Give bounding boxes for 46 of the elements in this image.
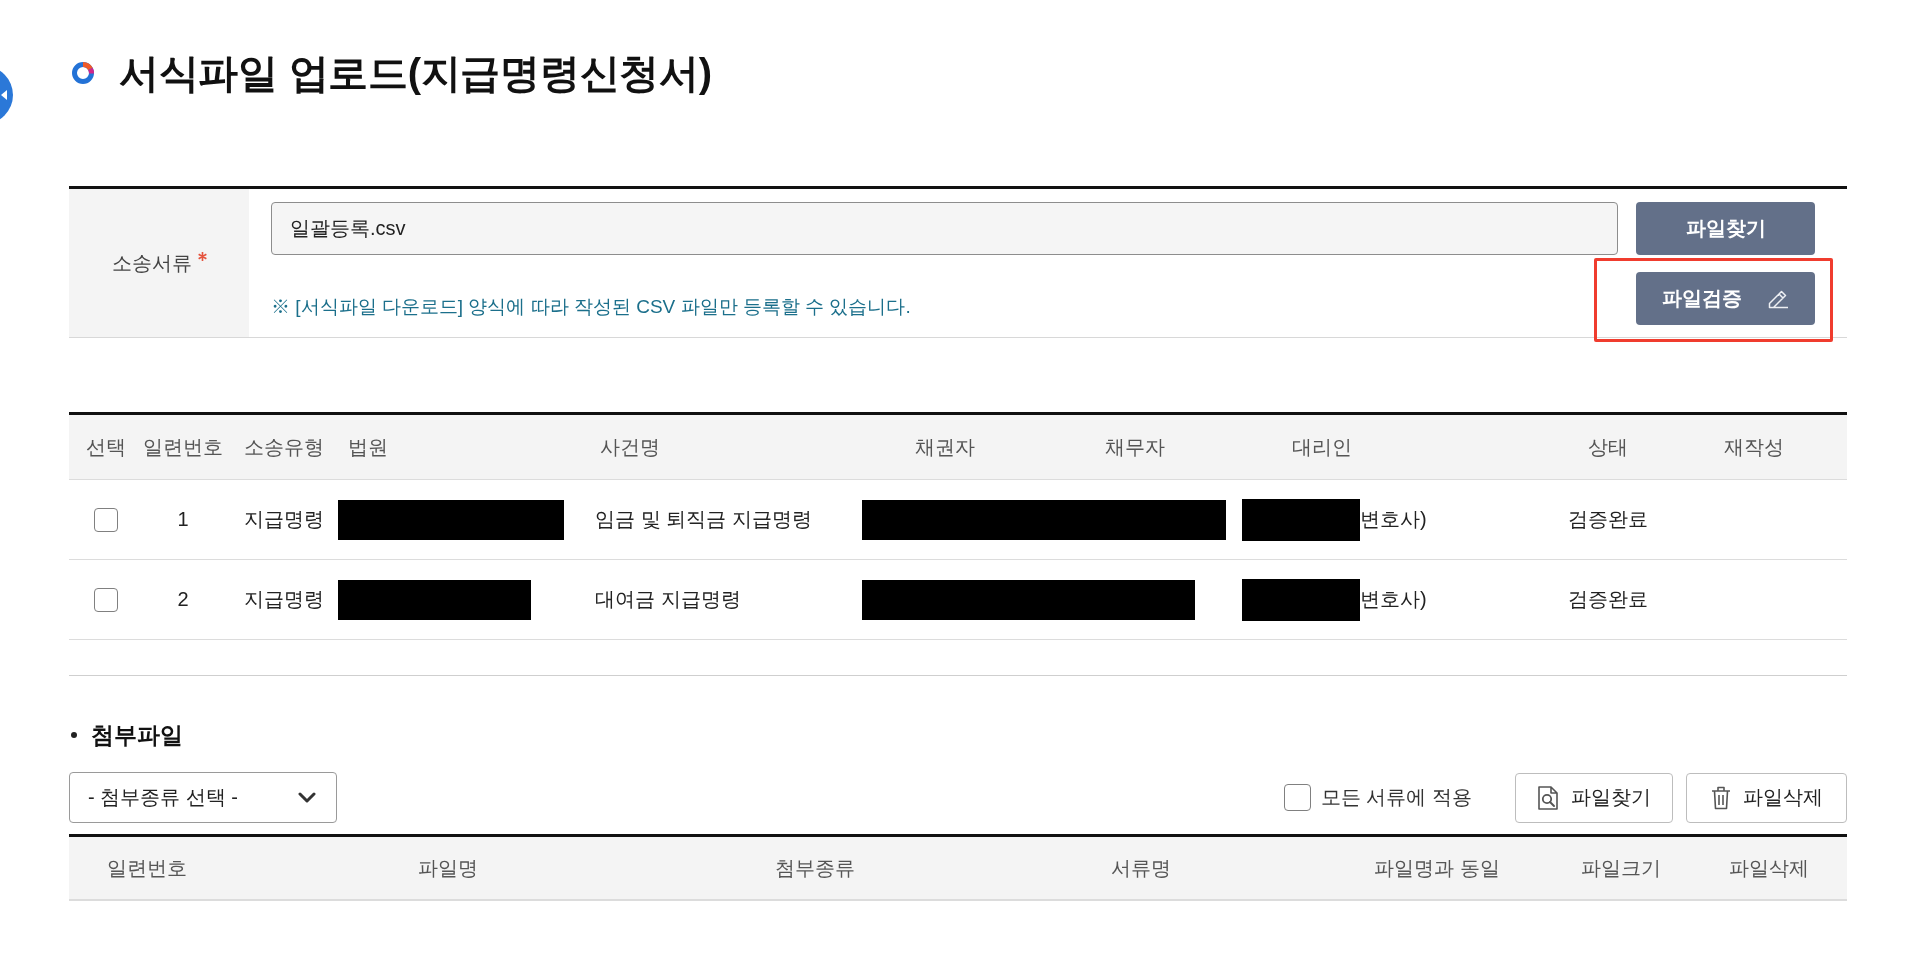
column-header: 일련번호 <box>106 855 188 881</box>
upload-note: ※ [서식파일 다운로드] 양식에 따라 작성된 CSV 파일만 등록할 수 있습니다. <box>271 295 912 319</box>
bullet-icon <box>71 732 77 738</box>
chevron-down-icon <box>298 791 316 804</box>
column-header: 선택 <box>84 434 127 460</box>
find-file-button[interactable]: 파일찾기 <box>1515 772 1673 823</box>
column-header: 파일삭제 <box>1728 855 1810 881</box>
delete-file-button[interactable]: 파일삭제 <box>1686 772 1847 823</box>
trash-icon <box>1710 785 1731 810</box>
field-label: 소송서류 <box>111 250 192 276</box>
row-checkbox[interactable] <box>93 587 118 612</box>
column-header: 사건명 <box>599 434 661 460</box>
status-text: 검증완료 <box>1568 587 1648 612</box>
attachment-type-select[interactable]: - 첨부종류 선택 - <box>69 772 337 823</box>
case-name-text: 대여금 지급명령 <box>595 587 741 612</box>
browse-file-button[interactable]: 파일찾기 <box>1636 202 1815 255</box>
column-header: 상태 <box>1587 434 1629 460</box>
suit-type-text: 지급명령 <box>244 507 324 532</box>
column-header: 소송유형 <box>243 434 325 460</box>
column-header: 일련번호 <box>142 434 224 460</box>
section-title: 첨부파일 <box>91 720 183 750</box>
serial-number: 1 <box>177 508 189 531</box>
column-header: 대리인 <box>1291 434 1353 460</box>
apply-all-label[interactable]: 모든 서류에 적용 <box>1320 784 1472 811</box>
agent-text: 변호사) <box>1360 587 1427 612</box>
column-header: 재작성 <box>1723 434 1785 460</box>
column-header: 첨부종류 <box>774 855 856 881</box>
agent-text: 변호사) <box>1360 507 1427 532</box>
serial-number: 2 <box>177 588 189 611</box>
file-search-icon <box>1537 785 1559 810</box>
row-checkbox[interactable] <box>93 507 118 532</box>
ring-icon <box>71 61 95 85</box>
file-name-field[interactable]: 일괄등록.csv <box>271 202 1618 255</box>
column-header: 서류명 <box>1110 855 1172 881</box>
column-header: 법원 <box>347 434 389 460</box>
column-header: 채권자 <box>914 434 976 460</box>
page-title: 서식파일 업로드(지급명령신청서) <box>119 50 712 97</box>
apply-all-checkbox[interactable] <box>1283 784 1311 811</box>
column-header: 파일명과 동일 <box>1373 855 1501 881</box>
column-header: 채무자 <box>1104 434 1166 460</box>
case-name-text: 임금 및 퇴직금 지급명령 <box>595 507 812 532</box>
column-header: 파일명 <box>417 855 479 881</box>
column-header: 파일크기 <box>1580 855 1662 881</box>
verify-file-button[interactable]: 파일검증 <box>1636 272 1815 325</box>
suit-type-text: 지급명령 <box>244 587 324 612</box>
status-text: 검증완료 <box>1568 507 1648 532</box>
